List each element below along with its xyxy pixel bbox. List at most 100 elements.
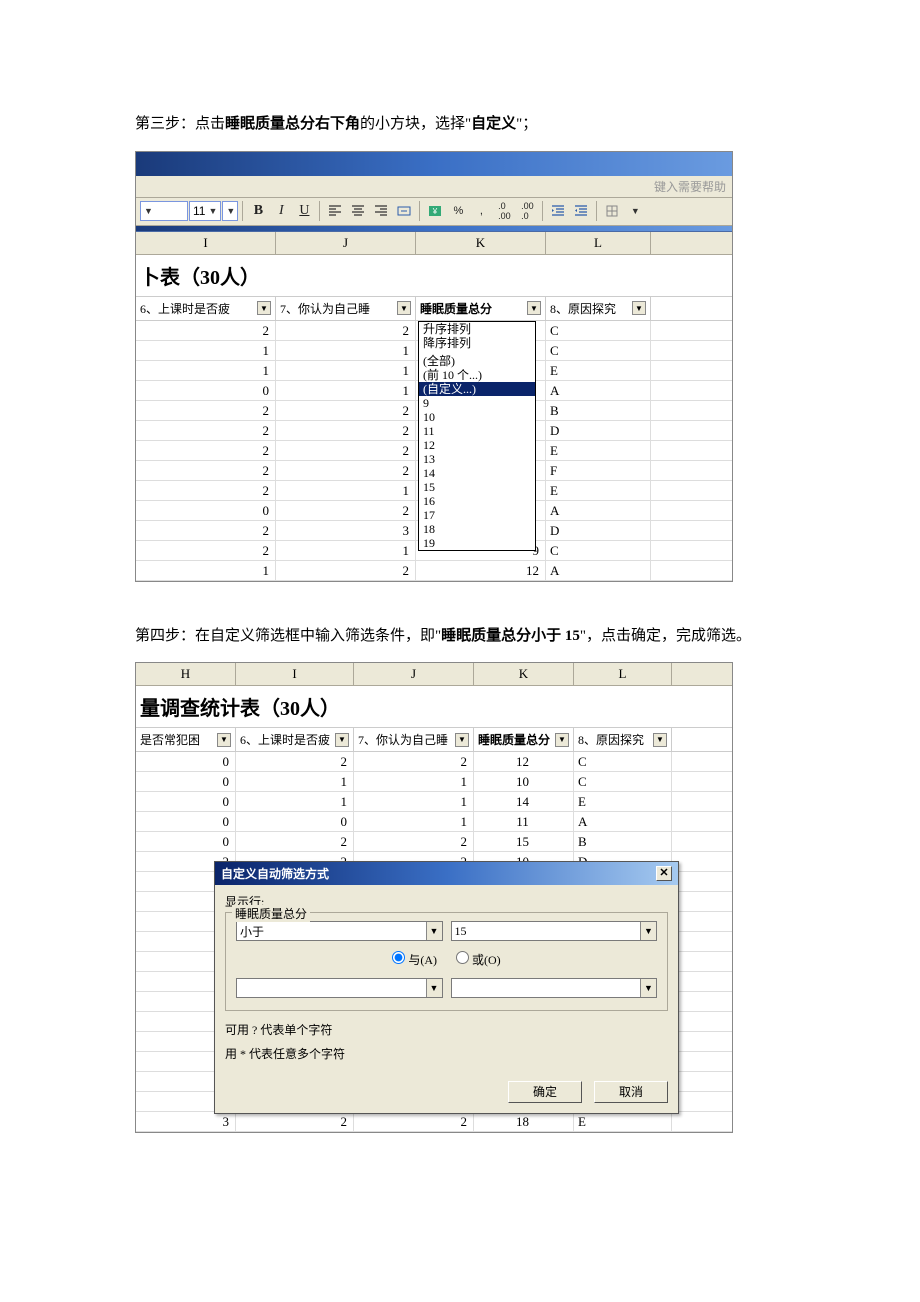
table-cell[interactable]: 2: [136, 481, 276, 500]
table-cell[interactable]: A: [546, 561, 651, 580]
table-cell[interactable]: 1: [276, 361, 416, 380]
table-cell[interactable]: 1: [236, 792, 354, 811]
operator-2-combo[interactable]: ▼: [236, 978, 443, 998]
table-cell[interactable]: 12: [416, 561, 546, 580]
table-cell[interactable]: 0: [136, 812, 236, 831]
table-cell[interactable]: 0: [136, 792, 236, 811]
dropdown-item[interactable]: 17: [419, 508, 535, 522]
borders-button[interactable]: [601, 200, 623, 222]
table-cell[interactable]: 2: [276, 561, 416, 580]
table-cell[interactable]: E: [546, 481, 651, 500]
table-cell[interactable]: 0: [136, 501, 276, 520]
dropdown-item[interactable]: 升序排列: [419, 322, 535, 336]
table-cell[interactable]: 2: [354, 752, 474, 771]
table-cell[interactable]: 1: [136, 561, 276, 580]
table-cell[interactable]: 1: [136, 361, 276, 380]
toolbar-chevron-icon[interactable]: ▼: [624, 200, 646, 222]
table-cell[interactable]: C: [574, 752, 672, 771]
dropdown-item[interactable]: 11: [419, 424, 535, 438]
filter-dropdown-button[interactable]: ▼: [455, 733, 469, 747]
table-cell[interactable]: 3: [276, 521, 416, 540]
value-2-combo[interactable]: ▼: [451, 978, 658, 998]
filter-dropdown-button[interactable]: ▼: [257, 301, 271, 315]
ok-button[interactable]: 确定: [508, 1081, 582, 1103]
align-center-button[interactable]: [347, 200, 369, 222]
italic-button[interactable]: I: [270, 200, 292, 222]
table-cell[interactable]: 14: [474, 792, 574, 811]
table-cell[interactable]: B: [546, 401, 651, 420]
table-cell[interactable]: 1: [354, 792, 474, 811]
table-cell[interactable]: 2: [136, 441, 276, 460]
dropdown-item[interactable]: 10: [419, 410, 535, 424]
table-cell[interactable]: 1: [276, 481, 416, 500]
filter-dropdown-button[interactable]: ▼: [397, 301, 411, 315]
table-cell[interactable]: A: [546, 501, 651, 520]
dropdown-item[interactable]: 9: [419, 396, 535, 410]
table-cell[interactable]: 2: [276, 501, 416, 520]
increase-indent-button[interactable]: [570, 200, 592, 222]
table-cell[interactable]: 2: [136, 421, 276, 440]
filter-dropdown-button[interactable]: ▼: [217, 733, 231, 747]
column-header[interactable]: K: [416, 232, 546, 254]
column-header[interactable]: J: [354, 663, 474, 685]
dropdown-item[interactable]: 降序排列: [419, 336, 535, 350]
table-cell[interactable]: C: [546, 321, 651, 340]
dropdown-item[interactable]: (自定义...): [419, 382, 535, 396]
comma-button[interactable]: ,: [470, 200, 492, 222]
table-cell[interactable]: E: [574, 792, 672, 811]
underline-button[interactable]: U: [293, 200, 315, 222]
column-header[interactable]: L: [546, 232, 651, 254]
merge-cells-button[interactable]: [393, 200, 415, 222]
column-header[interactable]: L: [574, 663, 672, 685]
table-cell[interactable]: 2: [236, 832, 354, 851]
percent-button[interactable]: %: [447, 200, 469, 222]
table-cell[interactable]: 0: [136, 832, 236, 851]
close-button[interactable]: ✕: [656, 866, 672, 881]
table-cell[interactable]: C: [574, 772, 672, 791]
table-cell[interactable]: 2: [276, 401, 416, 420]
table-cell[interactable]: 1: [276, 341, 416, 360]
table-cell[interactable]: A: [574, 812, 672, 831]
table-cell[interactable]: D: [546, 521, 651, 540]
table-cell[interactable]: 2: [354, 832, 474, 851]
filter-dropdown-button[interactable]: ▼: [527, 301, 541, 315]
table-cell[interactable]: E: [546, 361, 651, 380]
table-cell[interactable]: 0: [136, 381, 276, 400]
filter-dropdown-button[interactable]: ▼: [555, 733, 569, 747]
table-cell[interactable]: 18: [474, 1112, 574, 1131]
table-cell[interactable]: 1: [136, 341, 276, 360]
table-cell[interactable]: 15: [474, 832, 574, 851]
cancel-button[interactable]: 取消: [594, 1081, 668, 1103]
table-cell[interactable]: E: [546, 441, 651, 460]
currency-button[interactable]: ¥: [424, 200, 446, 222]
font-size-combo[interactable]: 11▼: [189, 201, 221, 221]
table-cell[interactable]: 3: [136, 1112, 236, 1131]
dropdown-item[interactable]: (前 10 个...): [419, 368, 535, 382]
filter-dropdown-list[interactable]: 升序排列降序排列(全部)(前 10 个...)(自定义...)910111213…: [418, 321, 536, 551]
filter-dropdown-button[interactable]: ▼: [335, 733, 349, 747]
table-cell[interactable]: 2: [276, 321, 416, 340]
table-cell[interactable]: C: [546, 341, 651, 360]
table-cell[interactable]: 0: [236, 812, 354, 831]
dropdown-item[interactable]: 15: [419, 480, 535, 494]
table-cell[interactable]: 2: [136, 401, 276, 420]
table-cell[interactable]: F: [546, 461, 651, 480]
table-cell[interactable]: 0: [136, 772, 236, 791]
table-cell[interactable]: 2: [236, 1112, 354, 1131]
bold-button[interactable]: B: [247, 200, 269, 222]
table-cell[interactable]: A: [546, 381, 651, 400]
table-cell[interactable]: 2: [354, 1112, 474, 1131]
column-header[interactable]: I: [236, 663, 354, 685]
column-header[interactable]: I: [136, 232, 276, 254]
operator-1-combo[interactable]: 小于▼: [236, 921, 443, 941]
filter-dropdown-button[interactable]: ▼: [632, 301, 646, 315]
table-cell[interactable]: 1: [354, 772, 474, 791]
table-cell[interactable]: 2: [236, 752, 354, 771]
table-cell[interactable]: 10: [474, 772, 574, 791]
table-cell[interactable]: 2: [136, 521, 276, 540]
or-radio[interactable]: 或(O): [456, 953, 501, 967]
table-cell[interactable]: 2: [276, 421, 416, 440]
dropdown-item[interactable]: 19: [419, 536, 535, 550]
font-size-chev[interactable]: ▼: [222, 201, 238, 221]
table-cell[interactable]: 1: [276, 381, 416, 400]
